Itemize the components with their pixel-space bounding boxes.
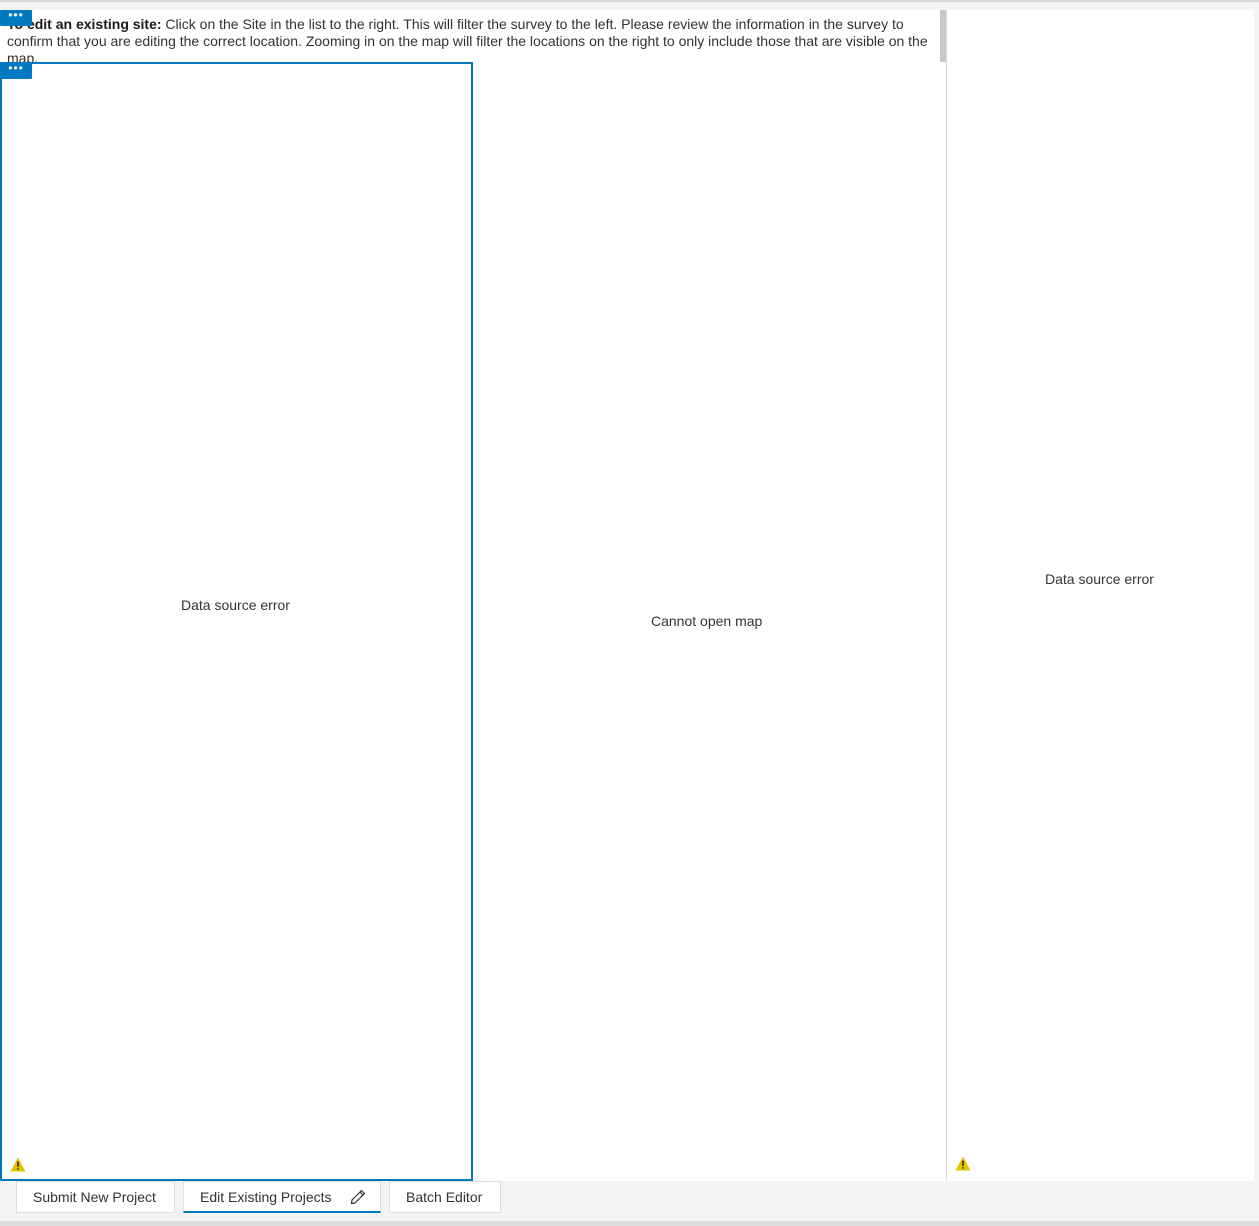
site-list-panel[interactable]: Data source error: [946, 10, 1254, 1181]
app-frame: To edit an existing site: Click on the S…: [0, 0, 1259, 1226]
pencil-icon[interactable]: [350, 1189, 366, 1205]
instruction-text: To edit an existing site: Click on the S…: [7, 16, 932, 62]
ellipsis-icon: •••: [8, 61, 24, 75]
map-panel[interactable]: Cannot open map: [473, 62, 946, 1181]
survey-panel[interactable]: Data source error: [0, 62, 473, 1181]
tab-label: Submit New Project: [33, 1189, 156, 1205]
tab-batch-editor[interactable]: Batch Editor: [389, 1181, 501, 1213]
text-widget-more-button[interactable]: •••: [0, 8, 32, 26]
map-error-message: Cannot open map: [651, 613, 763, 629]
list-error-message: Data source error: [1045, 571, 1154, 587]
warning-triangle-icon[interactable]: [955, 1156, 971, 1171]
page-tab-bar: Submit New Project Edit Existing Project…: [0, 1181, 1259, 1219]
warning-triangle-icon[interactable]: [10, 1157, 26, 1172]
tab-label: Edit Existing Projects: [200, 1189, 332, 1205]
bottom-divider: [0, 1221, 1259, 1226]
survey-more-button[interactable]: •••: [0, 61, 32, 79]
tab-label: Batch Editor: [406, 1189, 483, 1205]
top-divider: [0, 0, 1259, 2]
tab-submit-new-project[interactable]: Submit New Project: [16, 1181, 175, 1213]
ellipsis-icon: •••: [8, 8, 24, 22]
instruction-text-widget[interactable]: To edit an existing site: Click on the S…: [0, 10, 946, 63]
survey-error-message: Data source error: [181, 597, 290, 613]
tab-edit-existing-projects[interactable]: Edit Existing Projects: [183, 1181, 381, 1213]
